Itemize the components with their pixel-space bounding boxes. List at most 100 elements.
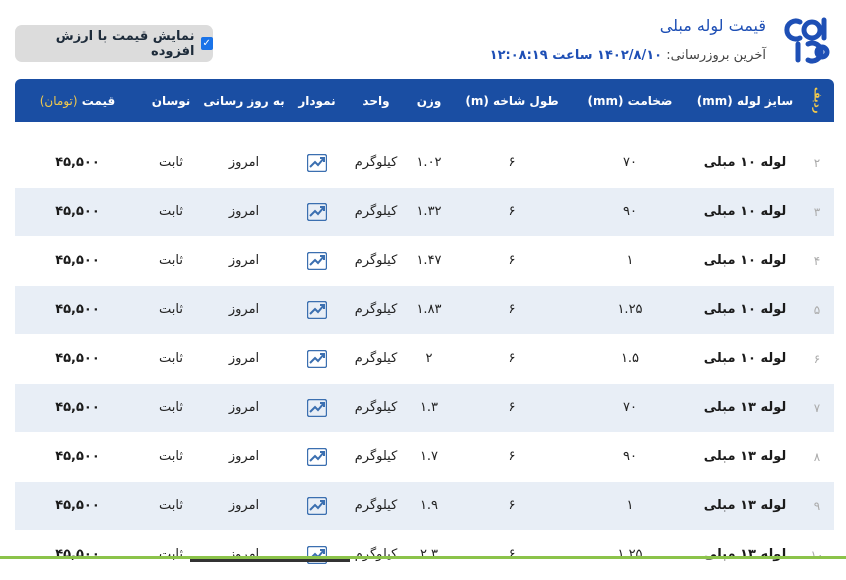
chart-icon[interactable] xyxy=(286,138,348,188)
cell-updated: امروز xyxy=(202,481,286,531)
col-header-price-label: قیمت xyxy=(81,93,116,108)
cell-updated: امروز xyxy=(202,138,286,188)
cell-num: ۵ xyxy=(800,285,834,335)
cell-name: لوله ۱۰ مبلی xyxy=(690,285,800,335)
cell-change: ثابت xyxy=(140,187,202,237)
cell-weight: ۱.۳ xyxy=(404,383,454,433)
table-row[interactable]: ۲ لوله ۱۰ مبلی ۷۰ ۶ ۱.۰۲ کیلوگرم امروز ثابت ۴۵,۵… xyxy=(15,138,834,188)
cell-length: ۶ xyxy=(454,383,570,433)
cell-updated: امروز xyxy=(202,530,286,580)
cell-thickness: ۱ xyxy=(570,481,690,531)
cell-weight: ۱.۴۷ xyxy=(404,236,454,286)
page-title: قیمت لوله مبلی xyxy=(659,16,766,35)
cell-change: ثابت xyxy=(140,334,202,384)
last-update-label: آخرین بروزرسانی: xyxy=(666,48,766,63)
cell-num: ۲ xyxy=(800,138,834,188)
chart-icon[interactable] xyxy=(286,530,348,580)
table-row[interactable]: ۳ لوله ۱۰ مبلی ۹۰ ۶ ۱.۳۲ کیلوگرم امروز ثابت ۴۵,۵… xyxy=(15,187,834,237)
table-spacer-row xyxy=(15,122,834,139)
last-update-value: ۱۴۰۲/۸/۱۰ ساعت ۱۲:۰۸:۱۹ xyxy=(489,48,663,63)
cell-length: ۶ xyxy=(454,236,570,286)
vat-toggle-label: نمایش قیمت با ارزش افزوده xyxy=(55,28,195,59)
cell-length: ۶ xyxy=(454,187,570,237)
chart-icon[interactable] xyxy=(286,432,348,482)
chart-icon[interactable] xyxy=(286,187,348,237)
cell-length: ۶ xyxy=(454,285,570,335)
chart-icon[interactable] xyxy=(286,334,348,384)
col-header-updated[interactable]: به روز رسانی xyxy=(202,79,286,122)
col-header-change[interactable]: نوسان xyxy=(140,79,202,122)
cell-unit: کیلوگرم xyxy=(348,383,404,433)
cell-thickness: ۱ xyxy=(570,236,690,286)
col-header-weight[interactable]: وزن xyxy=(404,79,454,122)
cell-price: ۴۵,۵۰۰ xyxy=(15,530,140,580)
cell-name: لوله ۱۳ مبلی xyxy=(690,530,800,580)
cell-thickness: ۹۰ xyxy=(570,432,690,482)
cell-thickness: ۹۰ xyxy=(570,187,690,237)
col-header-thickness[interactable]: ضخامت (mm) xyxy=(570,79,690,122)
cell-thickness: ۱.۲۵ xyxy=(570,530,690,580)
cell-num: ۸ xyxy=(800,432,834,482)
cell-thickness: ۱.۲۵ xyxy=(570,285,690,335)
table-body: ۲ لوله ۱۰ مبلی ۷۰ ۶ ۱.۰۲ کیلوگرم امروز ثابت ۴۵,۵… xyxy=(15,122,834,580)
col-header-price[interactable]: قیمت (تومان) xyxy=(15,79,140,122)
cell-updated: امروز xyxy=(202,187,286,237)
cell-name: لوله ۱۰ مبلی xyxy=(690,138,800,188)
cell-change: ثابت xyxy=(140,285,202,335)
cell-unit: کیلوگرم xyxy=(348,236,404,286)
chart-icon[interactable] xyxy=(286,481,348,531)
cell-name: لوله ۱۰ مبلی xyxy=(690,334,800,384)
chart-icon[interactable] xyxy=(286,236,348,286)
cell-price: ۴۵,۵۰۰ xyxy=(15,138,140,188)
cell-price: ۴۵,۵۰۰ xyxy=(15,236,140,286)
cell-weight: ۱.۹ xyxy=(404,481,454,531)
cell-unit: کیلوگرم xyxy=(348,285,404,335)
site-logo-icon[interactable] xyxy=(778,14,830,66)
cell-change: ثابت xyxy=(140,481,202,531)
cell-change: ثابت xyxy=(140,138,202,188)
cell-length: ۶ xyxy=(454,334,570,384)
cell-weight: ۱.۷ xyxy=(404,432,454,482)
cell-num: ۶ xyxy=(800,334,834,384)
cell-thickness: ۷۰ xyxy=(570,383,690,433)
cell-price: ۴۵,۵۰۰ xyxy=(15,432,140,482)
cell-name: لوله ۱۳ مبلی xyxy=(690,432,800,482)
cell-name: لوله ۱۰ مبلی xyxy=(690,187,800,237)
table-row[interactable]: ۴ لوله ۱۰ مبلی ۱ ۶ ۱.۴۷ کیلوگرم امروز ثابت ۴۵,۵۰… xyxy=(15,236,834,286)
cell-updated: امروز xyxy=(202,383,286,433)
table-row[interactable]: ۵ لوله ۱۰ مبلی ۱.۲۵ ۶ ۱.۸۳ کیلوگرم امروز ثابت ۴۵… xyxy=(15,285,834,335)
col-header-rownum: ردیف xyxy=(811,87,823,114)
cell-name: لوله ۱۳ مبلی xyxy=(690,383,800,433)
cell-unit: کیلوگرم xyxy=(348,138,404,188)
table-row[interactable]: ۸ لوله ۱۳ مبلی ۹۰ ۶ ۱.۷ کیلوگرم امروز ثابت ۴۵,۵۰… xyxy=(15,432,834,482)
cell-weight: ۱.۸۳ xyxy=(404,285,454,335)
cell-updated: امروز xyxy=(202,285,286,335)
table-row[interactable]: ۷ لوله ۱۳ مبلی ۷۰ ۶ ۱.۳ کیلوگرم امروز ثابت ۴۵,۵۰… xyxy=(15,383,834,433)
chart-icon[interactable] xyxy=(286,285,348,335)
page-header: قیمت لوله مبلی آخرین بروزرسانی: ۱۴۰۲/۸/۱… xyxy=(0,0,846,78)
cell-price: ۴۵,۵۰۰ xyxy=(15,481,140,531)
bottom-progress-bar xyxy=(0,556,846,559)
cell-name: لوله ۱۳ مبلی xyxy=(690,481,800,531)
cell-updated: امروز xyxy=(202,334,286,384)
table-row[interactable]: ۹ لوله ۱۳ مبلی ۱ ۶ ۱.۹ کیلوگرم امروز ثابت ۴۵,۵۰۰ xyxy=(15,481,834,531)
chart-icon[interactable] xyxy=(286,383,348,433)
cell-num: ۴ xyxy=(800,236,834,286)
cell-updated: امروز xyxy=(202,432,286,482)
cell-weight: ۱.۳۲ xyxy=(404,187,454,237)
cell-price: ۴۵,۵۰۰ xyxy=(15,334,140,384)
cell-num: ۳ xyxy=(800,187,834,237)
vat-price-toggle[interactable]: ✓ نمایش قیمت با ارزش افزوده xyxy=(15,25,213,62)
cell-price: ۴۵,۵۰۰ xyxy=(15,383,140,433)
cell-length: ۶ xyxy=(454,138,570,188)
cell-unit: کیلوگرم xyxy=(348,530,404,580)
col-header-size[interactable]: سایز لوله (mm) xyxy=(690,79,800,122)
cell-price: ۴۵,۵۰۰ xyxy=(15,187,140,237)
cell-weight: ۱.۰۲ xyxy=(404,138,454,188)
vat-checkbox[interactable]: ✓ xyxy=(200,37,213,50)
cell-weight: ۲ xyxy=(404,334,454,384)
cell-unit: کیلوگرم xyxy=(348,187,404,237)
table-row[interactable]: ۶ لوله ۱۰ مبلی ۱.۵ ۶ ۲ کیلوگرم امروز ثابت ۴۵,۵۰۰ xyxy=(15,334,834,384)
col-header-length[interactable]: طول شاخه (m) xyxy=(454,79,570,122)
table-row[interactable]: ۱۰ لوله ۱۳ مبلی ۱.۲۵ ۶ ۲.۳ کیلوگرم امروز ثابت ۴۵… xyxy=(15,530,834,580)
